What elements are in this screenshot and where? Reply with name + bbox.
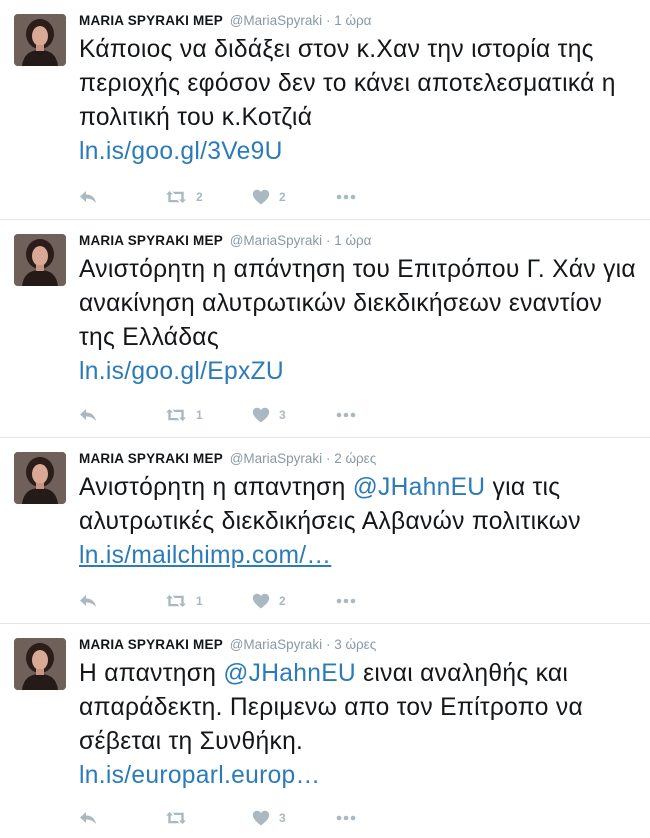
reply-icon [79,811,97,825]
tweet-actions: 2 2 [79,186,356,208]
more-button[interactable] [336,598,356,604]
more-button[interactable] [336,815,356,821]
author-name[interactable]: MARIA SPYRAKI MEP [79,451,223,466]
tweet-content: MARIA SPYRAKI MEP @MariaSpyraki · 1 ώρα … [79,232,638,389]
tweet[interactable]: MARIA SPYRAKI MEP @MariaSpyraki · 3 ώρες… [0,624,650,838]
author-name[interactable]: MARIA SPYRAKI MEP [79,637,223,652]
timeline: MARIA SPYRAKI MEP @MariaSpyraki · 1 ώρα … [0,0,650,838]
tweet-content: MARIA SPYRAKI MEP @MariaSpyraki · 2 ώρες… [79,450,638,573]
reply-icon [79,408,97,422]
separator-dot: · [325,637,331,652]
more-button[interactable] [336,194,356,200]
author-name[interactable]: MARIA SPYRAKI MEP [79,13,223,28]
retweet-icon [165,811,187,825]
retweet-icon [165,408,187,422]
like-button[interactable]: 2 [252,593,336,609]
tweet[interactable]: MARIA SPYRAKI MEP @MariaSpyraki · 1 ώρα … [0,0,650,220]
mention-link[interactable]: @JHahnEU [353,474,486,501]
tweet-time[interactable]: 3 ώρες [334,637,376,652]
tweet-header: MARIA SPYRAKI MEP @MariaSpyraki · 3 ώρες [79,636,638,654]
retweet-button[interactable]: 1 [165,408,252,422]
like-button[interactable]: 3 [252,810,336,826]
tweet-actions: 1 2 [79,590,356,612]
tweet-link[interactable]: ln.is/goo.gl/3Ve9U [79,138,283,165]
tweet-body: Κάποιος να διδάξει στον κ.Χαν την ιστορί… [79,36,616,131]
tweet-body: Ανιστόρητη η απάντηση του Επιτρόπου Γ. Χ… [79,256,636,351]
like-button[interactable]: 3 [252,407,336,423]
heart-icon [252,407,270,423]
avatar[interactable] [14,452,66,504]
retweet-count: 2 [196,190,203,204]
author-name[interactable]: MARIA SPYRAKI MEP [79,233,223,248]
tweet-body: Ανιστόρητη η απαντηση [79,474,346,501]
retweet-button[interactable]: 2 [165,190,252,204]
retweet-button[interactable]: 1 [165,594,252,608]
retweet-icon [165,190,187,204]
tweet[interactable]: MARIA SPYRAKI MEP @MariaSpyraki · 1 ώρα … [0,220,650,438]
tweet-link[interactable]: ln.is/europarl.europ… [79,762,320,789]
like-button[interactable]: 2 [252,189,336,205]
tweet-link[interactable]: ln.is/mailchimp.com/… [79,542,331,569]
author-handle[interactable]: @MariaSpyraki [230,13,322,28]
avatar[interactable] [14,638,66,690]
reply-button[interactable] [79,190,165,204]
more-icon [336,598,356,604]
more-icon [336,815,356,821]
heart-icon [252,810,270,826]
reply-button[interactable] [79,594,165,608]
more-icon [336,412,356,418]
mention-link[interactable]: @JHahnEU [223,660,356,687]
like-count: 3 [279,811,286,825]
tweet-time[interactable]: 1 ώρα [334,233,371,248]
tweet-time[interactable]: 2 ώρες [334,451,376,466]
reply-button[interactable] [79,811,165,825]
reply-button[interactable] [79,408,165,422]
heart-icon [252,593,270,609]
retweet-count: 1 [196,408,203,422]
tweet-content: MARIA SPYRAKI MEP @MariaSpyraki · 1 ώρα … [79,12,638,169]
tweet-body: Η απαντηση [79,660,217,687]
avatar[interactable] [14,14,66,66]
tweet-header: MARIA SPYRAKI MEP @MariaSpyraki · 2 ώρες [79,450,638,468]
like-count: 3 [279,408,286,422]
tweet-text: Ανιστόρητη η απαντηση @JHahnEU για τις α… [79,471,638,573]
tweet-text: Ανιστόρητη η απάντηση του Επιτρόπου Γ. Χ… [79,253,638,389]
more-icon [336,194,356,200]
reply-icon [79,190,97,204]
retweet-button[interactable] [165,811,252,825]
tweet-time[interactable]: 1 ώρα [334,13,371,28]
separator-dot: · [325,233,331,248]
more-button[interactable] [336,412,356,418]
tweet-actions: 3 [79,807,356,829]
tweet-text: Η απαντηση @JHahnEU ειναι αναληθής και α… [79,657,638,793]
tweet-text: Κάποιος να διδάξει στον κ.Χαν την ιστορί… [79,33,638,169]
separator-dot: · [325,451,331,466]
author-handle[interactable]: @MariaSpyraki [230,233,322,248]
tweet[interactable]: MARIA SPYRAKI MEP @MariaSpyraki · 2 ώρες… [0,438,650,624]
author-handle[interactable]: @MariaSpyraki [230,451,322,466]
retweet-icon [165,594,187,608]
tweet-header: MARIA SPYRAKI MEP @MariaSpyraki · 1 ώρα [79,12,638,30]
like-count: 2 [279,594,286,608]
author-handle[interactable]: @MariaSpyraki [230,637,322,652]
separator-dot: · [325,13,331,28]
tweet-content: MARIA SPYRAKI MEP @MariaSpyraki · 3 ώρες… [79,636,638,793]
tweet-header: MARIA SPYRAKI MEP @MariaSpyraki · 1 ώρα [79,232,638,250]
retweet-count: 1 [196,594,203,608]
like-count: 2 [279,190,286,204]
avatar[interactable] [14,234,66,286]
tweet-actions: 1 3 [79,404,356,426]
reply-icon [79,594,97,608]
tweet-link[interactable]: ln.is/goo.gl/EpxZU [79,358,284,385]
heart-icon [252,189,270,205]
